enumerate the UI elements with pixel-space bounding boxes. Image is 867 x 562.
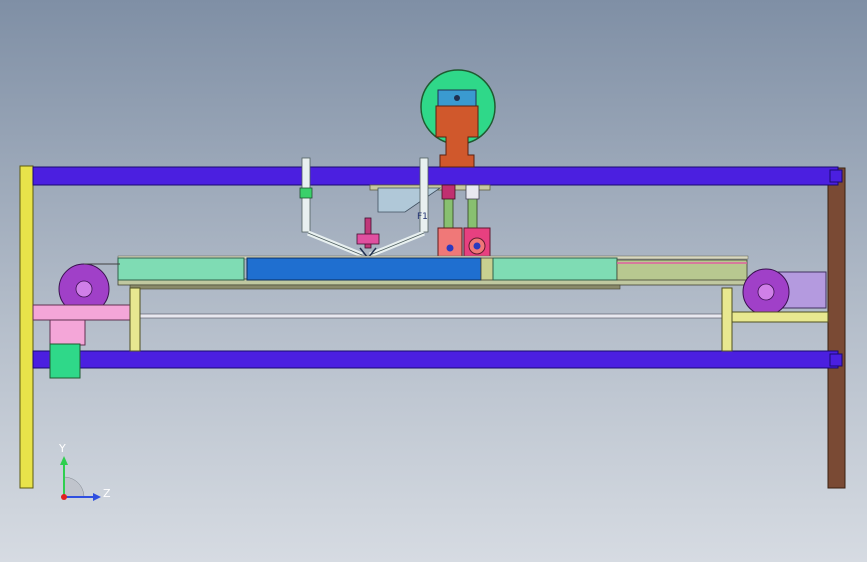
right-post	[827, 167, 846, 489]
side-block-left	[117, 257, 245, 281]
pink-bracket-lower	[49, 319, 86, 346]
pink-bracket	[32, 304, 131, 321]
actuator-cap-left	[441, 184, 456, 200]
side-block-right	[492, 257, 618, 281]
cad-viewport[interactable]: F1 Y Z	[0, 0, 867, 562]
bottom-frame-bar	[32, 350, 839, 369]
left-spring-collar	[299, 187, 313, 199]
top-frame-bar	[32, 166, 839, 186]
z-axis-arrowhead	[93, 493, 101, 501]
y-axis-arrowhead	[60, 456, 68, 465]
gripper-head	[356, 233, 380, 245]
left-post	[19, 165, 34, 489]
y-axis-label: Y	[59, 442, 66, 455]
bearing-right-hole	[473, 242, 481, 250]
support-post-left	[129, 287, 141, 352]
z-axis-label: Z	[103, 487, 111, 500]
bearing-left-hole	[446, 244, 454, 252]
conveyor-belt	[246, 257, 482, 281]
left-pulley-hub	[75, 280, 93, 298]
right-cross-bar	[731, 311, 829, 323]
machine-assembly-drawing: F1	[19, 69, 846, 501]
triad-origin	[61, 494, 67, 500]
upper-bracket	[377, 187, 442, 213]
support-post-right	[721, 287, 733, 352]
triad-quadrant	[63, 476, 85, 498]
motor-body	[435, 105, 479, 168]
right-pulley-hub	[757, 283, 775, 301]
left-arm-outline	[307, 232, 363, 256]
green-foot	[49, 343, 81, 379]
motor-face-dot	[454, 95, 460, 101]
belt-spacer	[480, 257, 494, 281]
guide-shaft	[134, 313, 731, 319]
top-frame-bar-end	[829, 169, 843, 183]
f1-label: F1	[417, 212, 428, 222]
bottom-frame-bar-end	[829, 353, 843, 367]
conveyor-under-rail	[129, 284, 621, 290]
actuator-cap-right	[465, 184, 480, 200]
bearing-block-left	[437, 227, 463, 260]
